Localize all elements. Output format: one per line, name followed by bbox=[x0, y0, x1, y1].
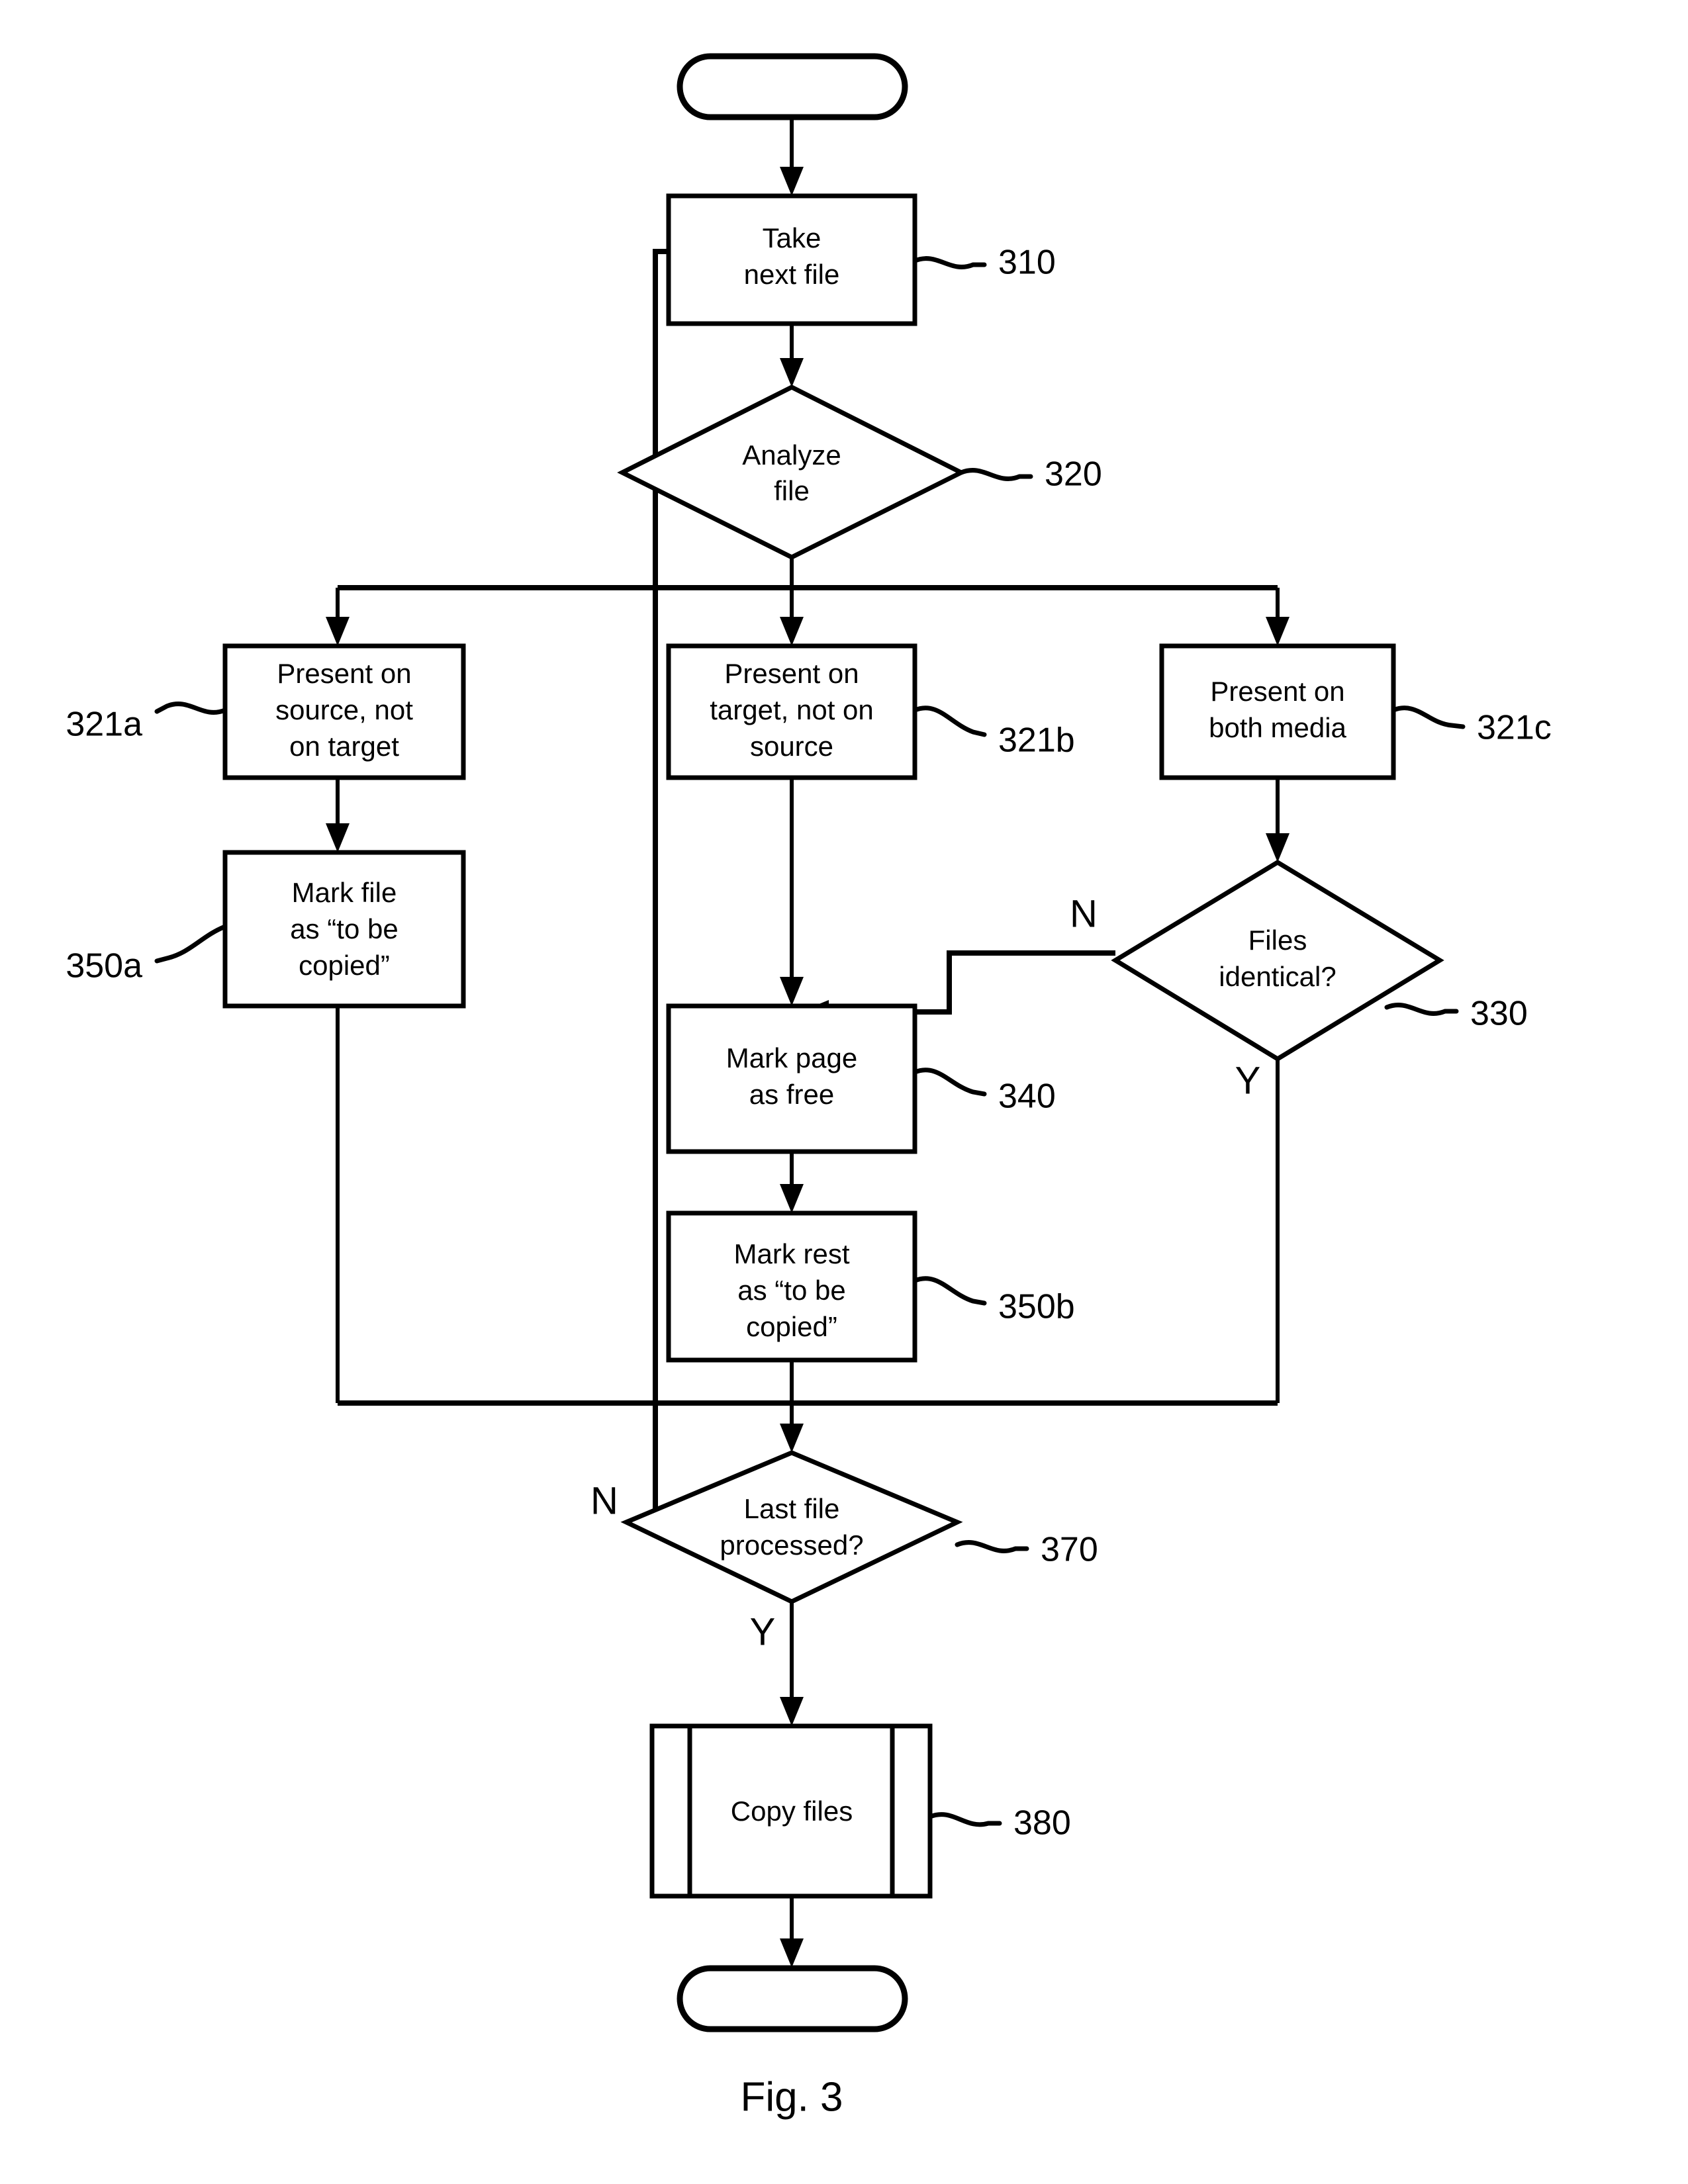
reference-number-320: 320 bbox=[1045, 455, 1102, 494]
files-identical-line-1: Files bbox=[1248, 925, 1307, 956]
reference-leader-310: 310 bbox=[912, 244, 1056, 282]
reference-number-310: 310 bbox=[998, 244, 1056, 282]
node-take-next-file[interactable]: Take next file bbox=[666, 193, 917, 326]
node-mark-rest-to-be-copied[interactable]: Mark rest as “to be copied” bbox=[666, 1210, 917, 1363]
last-file-line-1: Last file bbox=[744, 1493, 840, 1524]
node-mark-page-as-free[interactable]: Mark page as free bbox=[666, 1003, 917, 1154]
present-source-line-2: source, not bbox=[275, 694, 413, 725]
take-next-file-line-1: Take bbox=[763, 222, 821, 253]
reference-number-321b: 321b bbox=[998, 721, 1075, 760]
mark-file-line-2: as “to be bbox=[290, 913, 398, 944]
connector-present-source-to-mark-file bbox=[326, 778, 350, 852]
mark-file-line-1: Mark file bbox=[292, 877, 397, 908]
node-last-file-processed[interactable]: Last file processed? bbox=[620, 1450, 963, 1604]
copy-files-label: Copy files bbox=[731, 1796, 853, 1827]
reference-leader-321c: 321c bbox=[1391, 705, 1552, 747]
connector-start-to-take-next-file bbox=[780, 117, 804, 196]
patent-figure: Take next file 310 Analyze file 320 Pres… bbox=[0, 0, 1688, 2184]
reference-leader-321a: 321a bbox=[66, 702, 228, 744]
reference-leader-350a: 350a bbox=[66, 924, 228, 985]
mark-page-free-line-2: as free bbox=[749, 1079, 834, 1110]
present-target-line-2: target, not on bbox=[710, 694, 874, 725]
present-source-line-1: Present on bbox=[277, 658, 411, 689]
reference-number-321a: 321a bbox=[66, 705, 142, 744]
reference-leader-370: 370 bbox=[955, 1531, 1098, 1569]
reference-number-350a: 350a bbox=[66, 947, 142, 985]
mark-rest-line-3: copied” bbox=[746, 1311, 837, 1342]
flowchart-diagram: Take next file 310 Analyze file 320 Pres… bbox=[66, 53, 1552, 2120]
analyze-file-line-1: Analyze bbox=[742, 439, 841, 471]
analyze-file-line-2: file bbox=[774, 475, 810, 506]
figure-caption: Fig. 3 bbox=[740, 2074, 843, 2120]
take-next-file-line-2: next file bbox=[744, 259, 840, 290]
branch-label-last-file-no: N bbox=[590, 1479, 618, 1522]
node-present-target-not-source[interactable]: Present on target, not on source bbox=[666, 643, 917, 780]
connector-last-file-yes-to-copy-files bbox=[780, 1602, 804, 1726]
mark-rest-line-1: Mark rest bbox=[733, 1238, 849, 1269]
branch-label-files-identical-no: N bbox=[1070, 892, 1098, 935]
connector-present-target-to-mark-page-free bbox=[780, 778, 804, 1006]
node-analyze-file[interactable]: Analyze file bbox=[617, 385, 966, 560]
present-both-line-1: Present on bbox=[1210, 676, 1344, 707]
reference-number-370: 370 bbox=[1041, 1531, 1098, 1569]
node-files-identical[interactable]: Files identical? bbox=[1111, 859, 1444, 1062]
present-both-line-2: both media bbox=[1209, 712, 1346, 743]
mark-page-free-line-1: Mark page bbox=[726, 1042, 857, 1073]
branch-label-files-identical-yes: Y bbox=[1235, 1059, 1261, 1102]
reference-number-340: 340 bbox=[998, 1077, 1056, 1116]
reference-number-330: 330 bbox=[1470, 995, 1528, 1033]
present-source-line-3: on target bbox=[289, 731, 399, 762]
reference-number-321c: 321c bbox=[1477, 709, 1552, 747]
connector-copy-files-to-end bbox=[780, 1896, 804, 1968]
node-start-terminator[interactable] bbox=[677, 53, 908, 120]
reference-leader-380: 380 bbox=[927, 1804, 1071, 1843]
node-mark-file-to-be-copied[interactable]: Mark file as “to be copied” bbox=[222, 850, 466, 1009]
connector-mark-rest-to-last-file bbox=[780, 1360, 804, 1453]
present-target-line-3: source bbox=[750, 731, 833, 762]
reference-number-350b: 350b bbox=[998, 1288, 1075, 1326]
reference-leader-340: 340 bbox=[912, 1068, 1056, 1116]
present-target-line-1: Present on bbox=[724, 658, 859, 689]
connector-mark-page-free-to-mark-rest bbox=[780, 1152, 804, 1213]
node-copy-files[interactable]: Copy files bbox=[649, 1723, 933, 1899]
last-file-line-2: processed? bbox=[720, 1529, 863, 1561]
connector-take-next-file-to-analyze-file bbox=[780, 324, 804, 387]
reference-leader-350b: 350b bbox=[912, 1276, 1075, 1326]
connector-analyze-file-fanout bbox=[326, 557, 1289, 646]
node-present-both-media[interactable]: Present on both media bbox=[1159, 643, 1396, 780]
node-present-source-not-target[interactable]: Present on source, not on target bbox=[222, 643, 466, 780]
reference-number-380: 380 bbox=[1013, 1804, 1071, 1843]
mark-rest-line-2: as “to be bbox=[737, 1275, 845, 1306]
node-end-terminator[interactable] bbox=[677, 1965, 908, 2032]
mark-file-line-3: copied” bbox=[299, 950, 390, 981]
files-identical-line-2: identical? bbox=[1219, 961, 1336, 992]
branch-label-last-file-yes: Y bbox=[750, 1610, 776, 1653]
reference-leader-320: 320 bbox=[959, 455, 1102, 494]
reference-leader-321b: 321b bbox=[912, 705, 1075, 760]
connector-present-both-to-files-identical bbox=[1266, 778, 1289, 862]
reference-leader-330: 330 bbox=[1384, 995, 1528, 1033]
